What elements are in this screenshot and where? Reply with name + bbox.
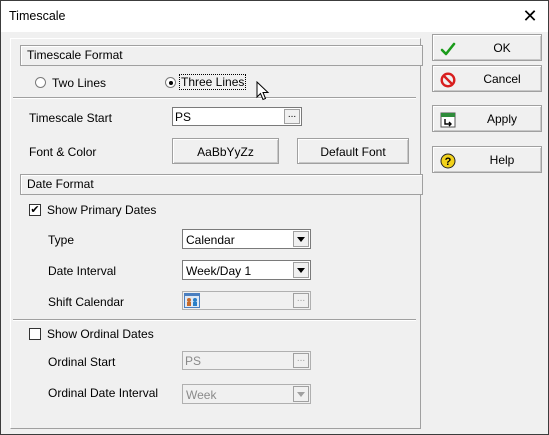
main-panel: Timescale Format Two Lines Three Lines T… (10, 38, 423, 429)
date-format-title: Date Format (27, 177, 94, 191)
date-interval-select[interactable]: Week/Day 1 (182, 260, 311, 280)
shift-calendar-label: Shift Calendar (48, 295, 125, 309)
timescale-start-value: PS (175, 110, 192, 124)
font-sample-label: AaBbYyZz (197, 145, 254, 159)
cancel-button[interactable]: Cancel (432, 65, 542, 92)
separator (13, 319, 416, 321)
timescale-start-label: Timescale Start (29, 111, 112, 125)
apply-label: Apply (486, 112, 518, 126)
apply-icon (440, 112, 456, 128)
show-primary-dates-checkbox[interactable]: ✔ (29, 204, 41, 216)
type-value: Calendar (186, 233, 235, 247)
window-title: Timescale (9, 9, 66, 23)
mouse-cursor-icon (256, 81, 270, 101)
type-select[interactable]: Calendar (182, 229, 311, 249)
font-sample-button[interactable]: AaBbYyZz (172, 138, 279, 164)
three-lines-label[interactable]: Three Lines (179, 74, 247, 90)
chevron-down-icon[interactable] (293, 262, 309, 278)
svg-text:?: ? (445, 156, 452, 168)
ok-label: OK (493, 41, 511, 55)
timescale-dialog: Timescale ✕ Timescale Format Two Lines T… (0, 0, 549, 435)
default-font-label: Default Font (320, 145, 386, 159)
font-color-label: Font & Color (29, 145, 97, 159)
show-ordinal-dates-label[interactable]: Show Ordinal Dates (47, 327, 154, 341)
ordinal-start-browse-button[interactable]: ... (293, 353, 309, 368)
checkmark-icon (440, 42, 456, 56)
timescale-start-field[interactable]: PS ... (172, 107, 302, 126)
ordinal-date-interval-label: Ordinal Date Interval (48, 386, 159, 400)
two-lines-radio[interactable] (35, 77, 46, 88)
calendar-people-icon (184, 293, 200, 308)
chevron-down-icon[interactable] (293, 386, 309, 402)
help-icon: ? (440, 153, 456, 169)
help-button[interactable]: ? Help (432, 146, 542, 173)
cancel-label: Cancel (483, 72, 521, 86)
apply-button[interactable]: Apply (432, 105, 542, 132)
ordinal-start-value: PS (185, 354, 202, 368)
shift-calendar-browse-button[interactable]: ... (293, 293, 309, 308)
separator (13, 97, 416, 99)
ok-button[interactable]: OK (432, 34, 542, 61)
date-format-header: Date Format (20, 174, 423, 195)
title-bar: Timescale ✕ (1, 1, 548, 32)
type-label: Type (48, 233, 75, 247)
default-font-button[interactable]: Default Font (297, 138, 409, 164)
help-label: Help (489, 153, 515, 167)
two-lines-label[interactable]: Two Lines (52, 76, 106, 90)
chevron-down-icon[interactable] (293, 231, 309, 247)
shift-calendar-field[interactable]: ... (182, 291, 311, 310)
date-interval-value: Week/Day 1 (186, 264, 252, 278)
timescale-format-title: Timescale Format (27, 48, 123, 62)
show-ordinal-dates-checkbox[interactable] (29, 328, 41, 340)
ordinal-start-label: Ordinal Start (48, 355, 116, 369)
timescale-format-header: Timescale Format (20, 45, 423, 66)
ordinal-date-interval-value: Week (186, 388, 217, 402)
close-icon[interactable]: ✕ (520, 6, 540, 26)
date-interval-label: Date Interval (48, 264, 117, 278)
three-lines-radio[interactable] (165, 77, 176, 88)
timescale-start-browse-button[interactable]: ... (284, 109, 300, 124)
show-primary-dates-label[interactable]: Show Primary Dates (47, 203, 156, 217)
prohibited-icon (440, 72, 456, 88)
ordinal-start-field[interactable]: PS ... (182, 351, 311, 370)
ordinal-date-interval-select[interactable]: Week (182, 384, 311, 404)
